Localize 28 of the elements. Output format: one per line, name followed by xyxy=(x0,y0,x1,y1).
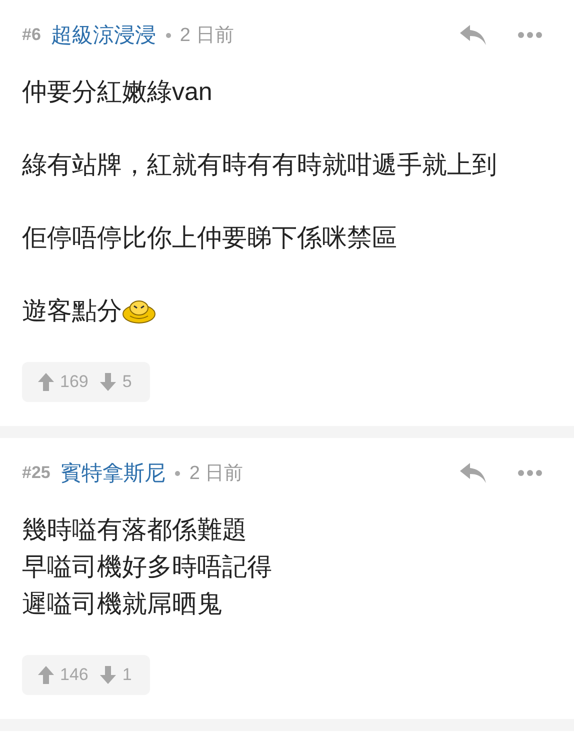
separator-dot xyxy=(175,470,180,476)
post-time: 2 日前 xyxy=(180,24,234,48)
arrow-down-icon xyxy=(100,666,116,684)
comment-text: 遲嗌司機就屌晒鬼 xyxy=(22,589,223,620)
comment-text: 仲要分紅嫩綠van xyxy=(22,77,212,108)
more-icon[interactable] xyxy=(518,32,542,38)
comment-text: 綠有站牌，紅就有時有有時就咁遞手就上到 xyxy=(22,150,497,181)
comment-text: 幾時嗌有落都係難題 xyxy=(22,515,248,546)
post-number: #25 xyxy=(22,463,50,483)
upvote-button[interactable]: 146 xyxy=(38,665,88,685)
more-icon[interactable] xyxy=(518,470,542,476)
comment-text: 遊客點分 xyxy=(22,296,122,327)
comment-text: 佢停唔停比你上仲要睇下係咪禁區 xyxy=(22,223,397,254)
reply-icon[interactable] xyxy=(460,463,486,483)
downvote-button[interactable]: 5 xyxy=(100,372,132,392)
post-number: #6 xyxy=(22,25,41,45)
post-time: 2 日前 xyxy=(189,462,244,486)
reply-icon[interactable] xyxy=(460,25,486,45)
arrow-down-icon xyxy=(100,373,116,391)
emoji-icon xyxy=(122,300,156,324)
downvote-button[interactable]: 1 xyxy=(100,665,132,685)
arrow-up-icon xyxy=(38,666,54,684)
comment-text: 早嗌司機好多時唔記得 xyxy=(22,552,272,583)
separator-dot xyxy=(166,32,171,38)
author-link[interactable]: 賓特拿斯尼 xyxy=(60,459,166,487)
author-link[interactable]: 超級涼浸浸 xyxy=(50,21,156,49)
arrow-up-icon xyxy=(38,373,54,391)
upvote-button[interactable]: 169 xyxy=(38,372,88,392)
